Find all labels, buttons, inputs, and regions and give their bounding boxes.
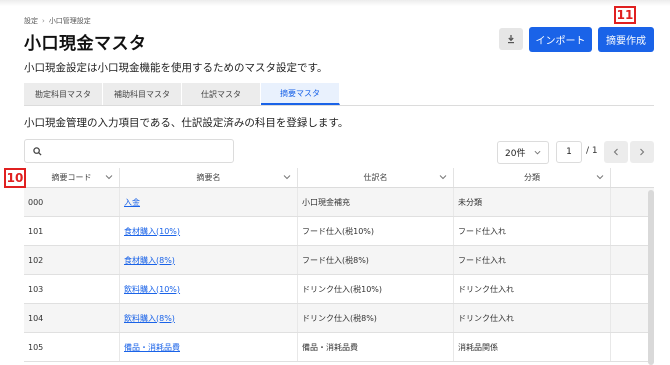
cell-code: 102 [24,246,120,274]
column-header-category-label: 分類 [524,173,540,182]
tab-subaccount-master[interactable]: 補助科目マスタ [103,83,182,105]
breadcrumb-item-settings[interactable]: 設定 [24,16,38,26]
cell-category: フード仕入れ [454,246,611,274]
cell-name-link[interactable]: 食材購入(10%) [120,217,298,245]
download-icon [508,35,514,44]
tab-divider [24,105,654,106]
page-number-input[interactable]: 1 [556,141,582,163]
cell-category: ドリンク仕入れ [454,275,611,303]
column-header-code-label: 摘要コード [51,173,92,182]
tab-account-master[interactable]: 勘定科目マスタ [24,83,103,105]
next-page-button[interactable] [630,141,654,163]
table-row[interactable]: 101 食材購入(10%) フード仕入(税10%) フード仕入れ [24,217,654,246]
create-summary-button[interactable]: 摘要作成 [598,27,654,52]
chevron-down-icon [596,175,604,180]
cell-name-link[interactable]: 飲料購入(8%) [120,304,298,332]
column-header-name[interactable]: 摘要名 [120,168,298,187]
breadcrumb-separator: › [42,17,45,25]
chevron-right-icon [640,148,645,156]
cell-code: 105 [24,333,120,361]
cell-category: 未分類 [454,188,611,216]
tab-summary-master[interactable]: 摘要マスタ [261,83,340,105]
column-header-code[interactable]: 摘要コード [24,168,120,187]
table-row[interactable]: 104 飲料購入(8%) ドリンク仕入(税8%) ドリンク仕入れ [24,304,654,333]
cell-name-link[interactable]: 入金 [120,188,298,216]
table-scrollbar[interactable] [648,190,654,365]
download-button[interactable] [499,28,523,50]
section-description: 小口現金管理の入力項目である、仕訳設定済みの科目を登録します。 [24,117,349,129]
cell-name-link[interactable]: 食材購入(8%) [120,246,298,274]
table-row[interactable]: 103 飲料購入(10%) ドリンク仕入(税10%) ドリンク仕入れ [24,275,654,304]
cell-category: ドリンク仕入れ [454,304,611,332]
column-header-name-label: 摘要名 [196,173,221,182]
tab-journal-master[interactable]: 仕訳マスタ [182,83,261,105]
cell-code: 101 [24,217,120,245]
breadcrumb-item-petty-cash[interactable]: 小口管理設定 [49,16,91,26]
tab-bar: 勘定科目マスタ 補助科目マスタ 仕訳マスタ 摘要マスタ [24,83,340,105]
cell-journal: ドリンク仕入(税10%) [298,275,454,303]
column-header-extra [611,168,654,187]
import-button[interactable]: インポート [529,27,592,52]
table-header: 摘要コード 摘要名 仕訳名 分類 [24,168,654,188]
chevron-down-icon [105,175,113,180]
page-description: 小口現金設定は小口現金機能を使用するためのマスタ設定です。 [24,62,328,74]
annotation-marker-11: 11 [614,6,636,24]
column-header-journal-label: 仕訳名 [363,173,388,182]
cell-journal: ドリンク仕入(税8%) [298,304,454,332]
page-title: 小口現金マスタ [24,34,147,54]
table-row[interactable]: 000 入金 小口現金補充 未分類 [24,188,654,217]
table-row[interactable]: 105 備品・消耗品費 備品・消耗品費 消耗品関係 [24,333,654,362]
chevron-left-icon [613,148,618,156]
cell-journal: フード仕入(税10%) [298,217,454,245]
per-page-select[interactable]: 20件 [497,141,549,164]
column-header-journal[interactable]: 仕訳名 [298,168,454,187]
cell-code: 000 [24,188,120,216]
summary-table: 摘要コード 摘要名 仕訳名 分類 000 入金 小口現金補充 未分類 101 食… [24,168,654,362]
prev-page-button[interactable] [604,141,628,163]
chevron-down-icon [534,150,541,155]
cell-journal: フード仕入(税8%) [298,246,454,274]
cell-journal: 備品・消耗品費 [298,333,454,361]
cell-category: フード仕入れ [454,217,611,245]
cell-category: 消耗品関係 [454,333,611,361]
breadcrumb: 設定 › 小口管理設定 [24,16,91,26]
column-header-category[interactable]: 分類 [454,168,611,187]
page-total: / 1 [586,146,598,156]
search-box[interactable] [24,139,234,163]
cell-journal: 小口現金補充 [298,188,454,216]
search-icon [33,146,42,156]
cell-code: 103 [24,275,120,303]
top-shade [0,0,670,6]
cell-name-link[interactable]: 備品・消耗品費 [120,333,298,361]
chevron-down-icon [283,175,291,180]
chevron-down-icon [439,175,447,180]
cell-name-link[interactable]: 飲料購入(10%) [120,275,298,303]
annotation-marker-10: 10 [4,168,26,188]
search-input[interactable] [46,141,233,161]
cell-code: 104 [24,304,120,332]
table-row[interactable]: 102 食材購入(8%) フード仕入(税8%) フード仕入れ [24,246,654,275]
per-page-value: 20件 [505,149,526,159]
